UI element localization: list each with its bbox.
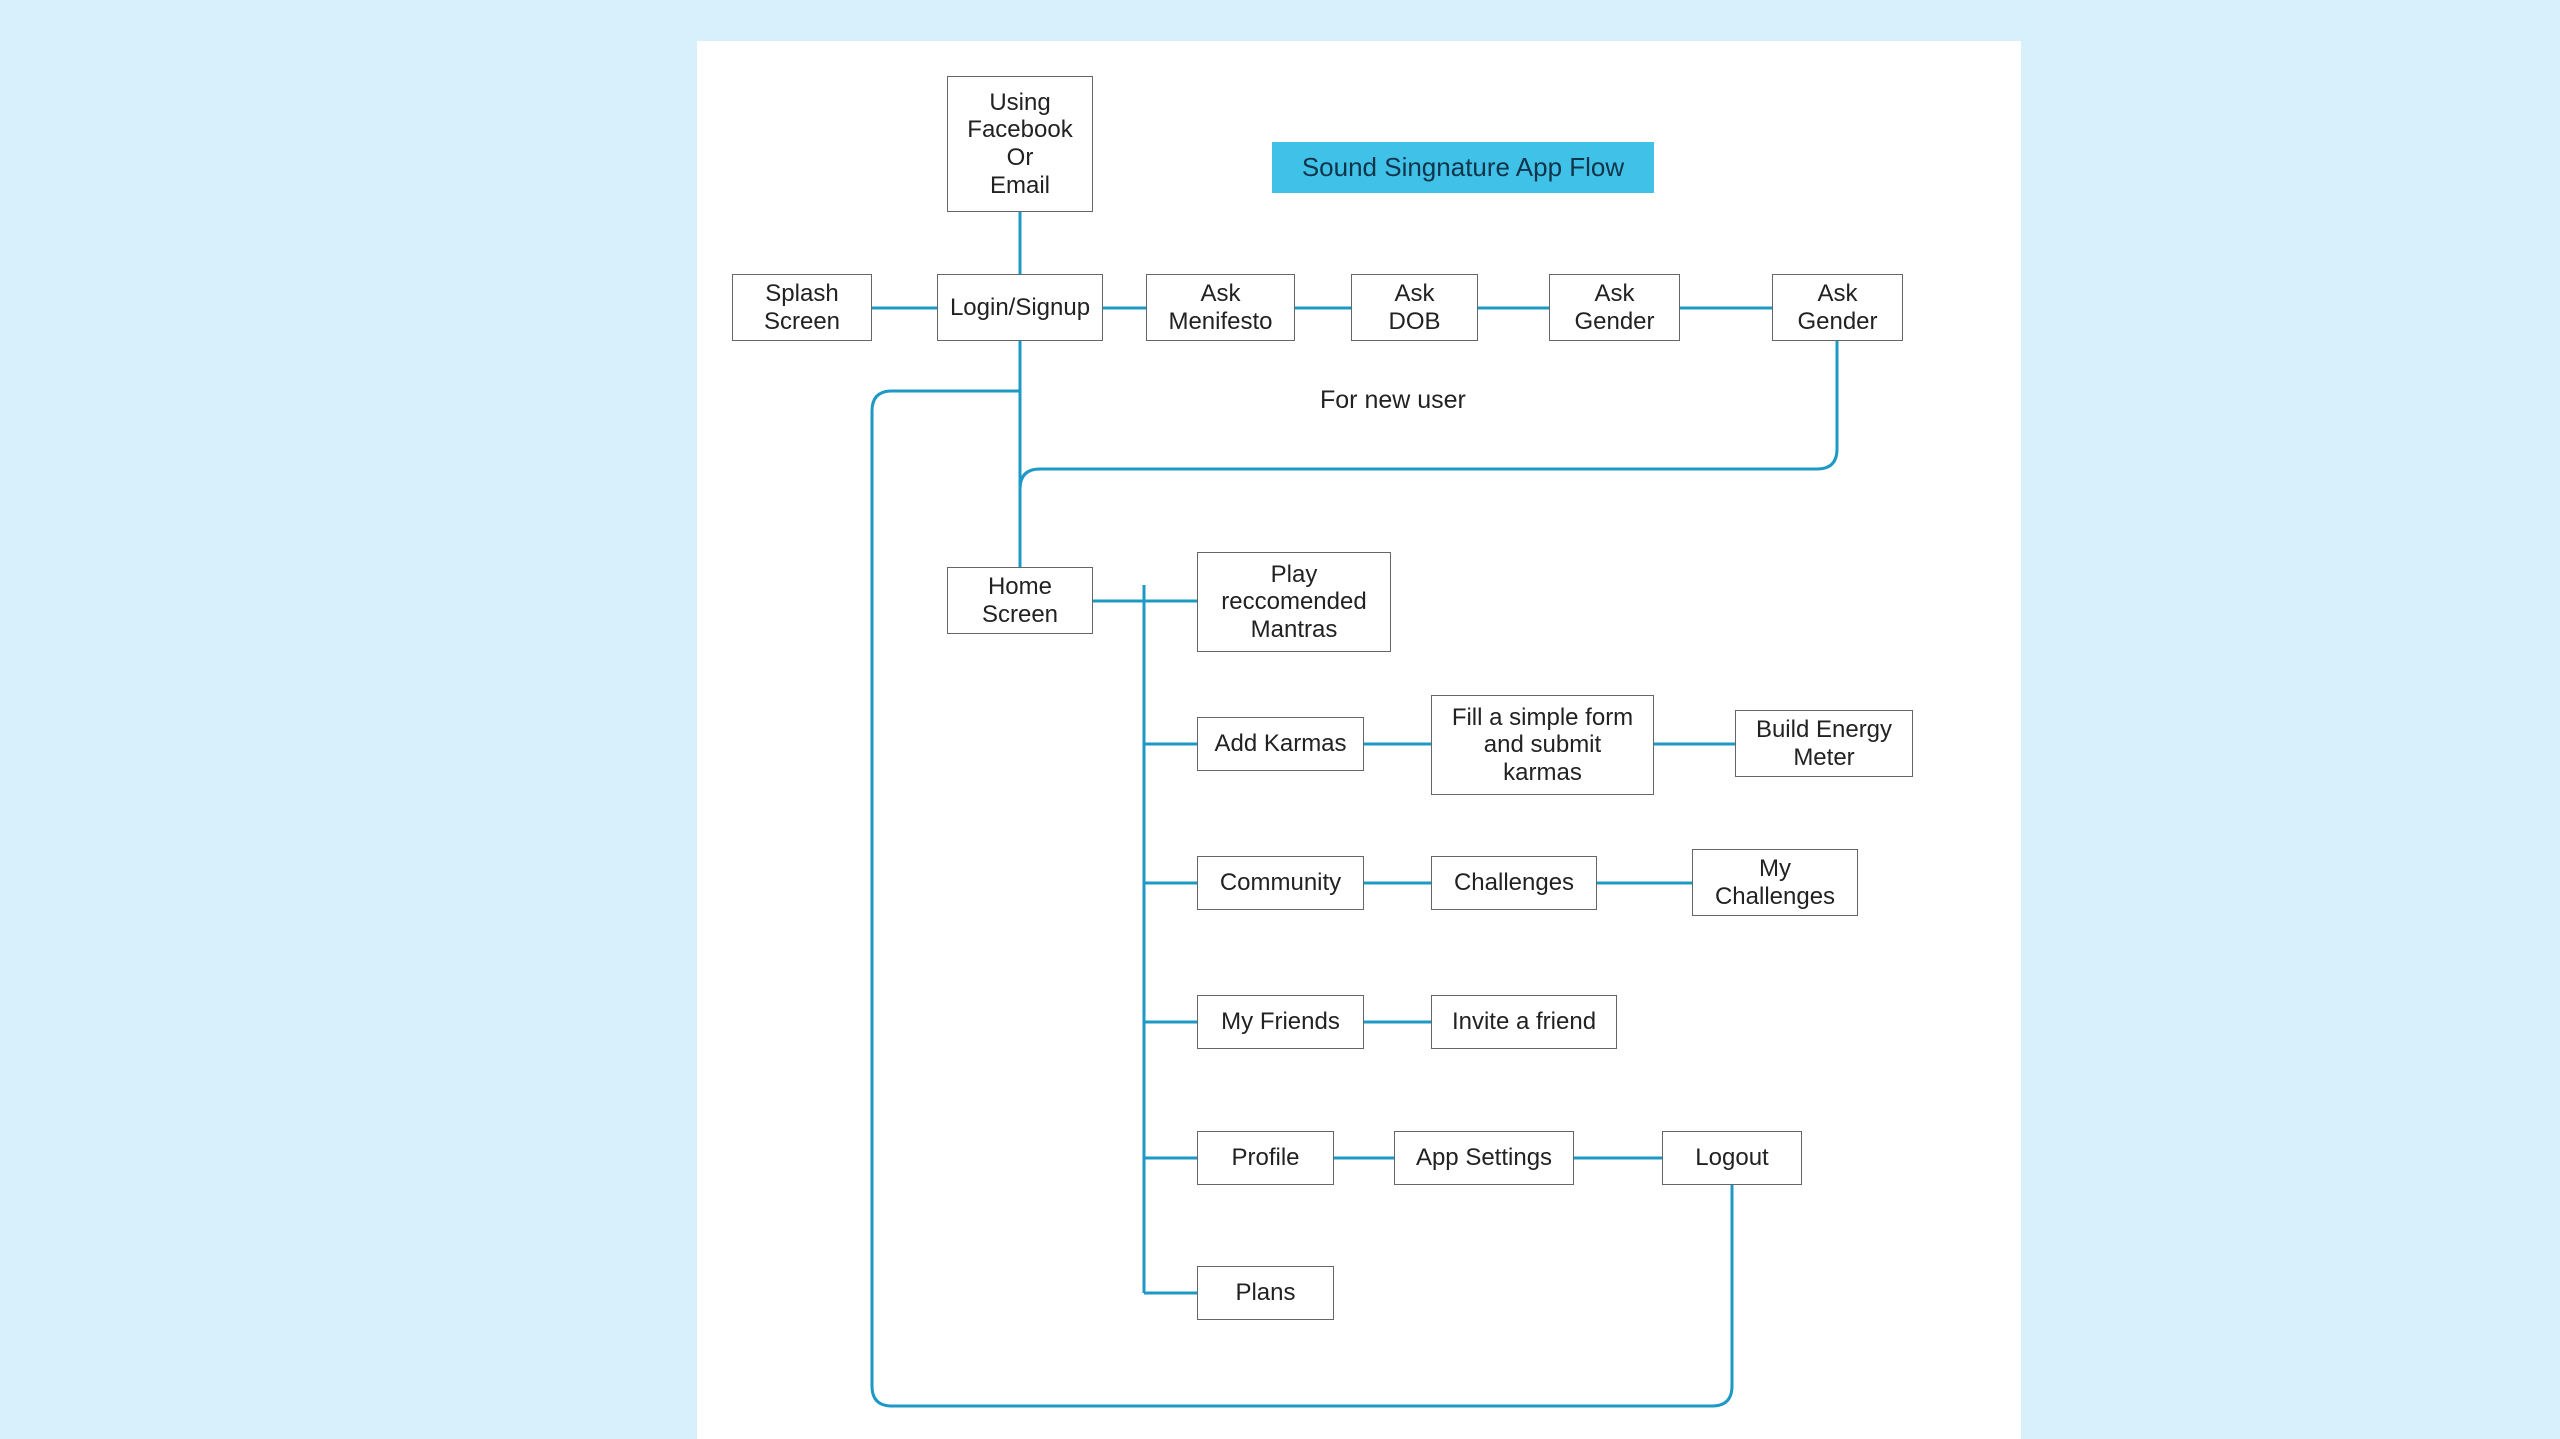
node-home-screen: Home Screen <box>947 567 1093 634</box>
node-community: Community <box>1197 856 1364 910</box>
diagram-canvas: Sound Singnature App Flow Using Facebook… <box>697 41 2021 1439</box>
node-my-challenges: My Challenges <box>1692 849 1858 916</box>
diagram-title: Sound Singnature App Flow <box>1272 142 1654 193</box>
node-challenges: Challenges <box>1431 856 1597 910</box>
node-login-signup: Login/Signup <box>937 274 1103 341</box>
node-build-energy-meter: Build Energy Meter <box>1735 710 1913 777</box>
node-profile: Profile <box>1197 1131 1334 1185</box>
node-play-mantras: Play reccomended Mantras <box>1197 552 1391 652</box>
node-ask-gender-1: Ask Gender <box>1549 274 1680 341</box>
node-app-settings: App Settings <box>1394 1131 1574 1185</box>
label-for-new-user: For new user <box>1320 386 1466 415</box>
node-ask-gender-2: Ask Gender <box>1772 274 1903 341</box>
node-ask-menifesto: Ask Menifesto <box>1146 274 1295 341</box>
node-invite-friend: Invite a friend <box>1431 995 1617 1049</box>
node-my-friends: My Friends <box>1197 995 1364 1049</box>
node-logout: Logout <box>1662 1131 1802 1185</box>
node-splash-screen: Splash Screen <box>732 274 872 341</box>
node-ask-dob: Ask DOB <box>1351 274 1478 341</box>
node-using-facebook-email: Using Facebook Or Email <box>947 76 1093 212</box>
node-plans: Plans <box>1197 1266 1334 1320</box>
node-add-karmas: Add Karmas <box>1197 717 1364 771</box>
node-fill-form: Fill a simple form and submit karmas <box>1431 695 1654 795</box>
